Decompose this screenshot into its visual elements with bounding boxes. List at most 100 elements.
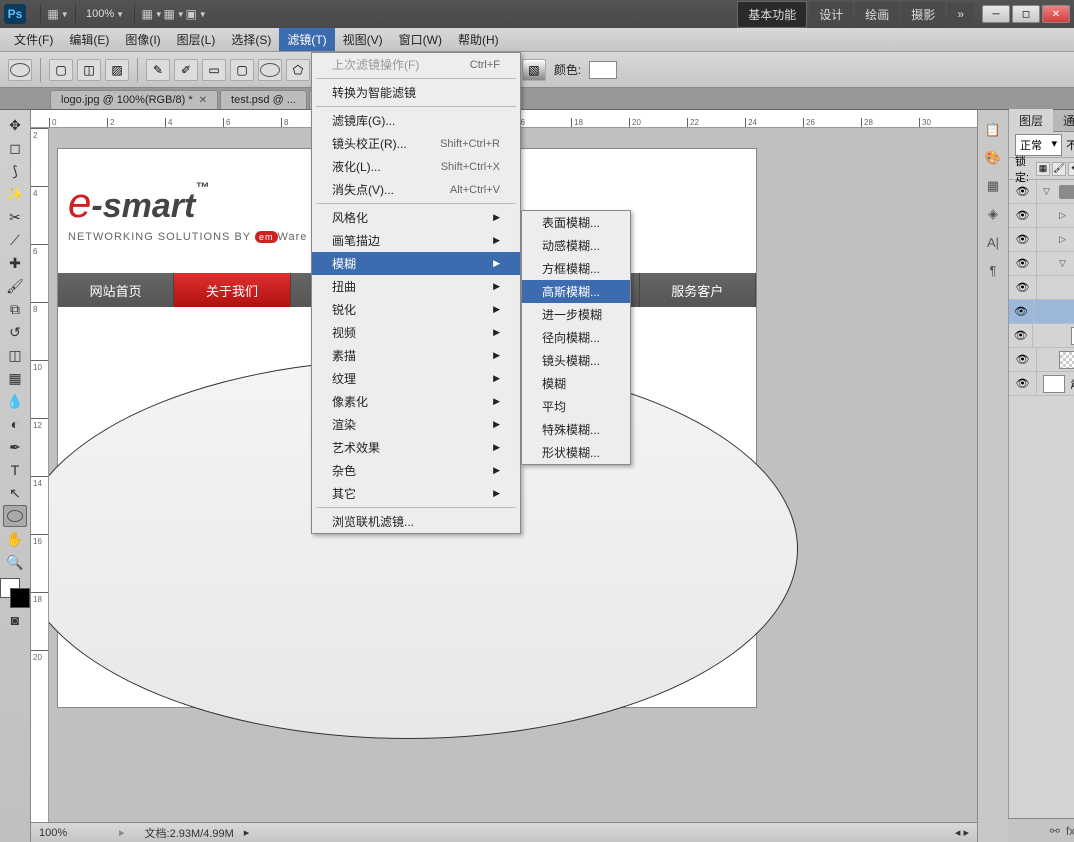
filter-menu-item[interactable]: 液化(L)...Shift+Ctrl+X — [312, 155, 520, 178]
layer-row[interactable]: 👁背景🔒 — [1009, 372, 1074, 396]
freeform-pen-icon[interactable]: ✐ — [174, 59, 198, 81]
filter-menu-item[interactable]: 镜头校正(R)...Shift+Ctrl+R — [312, 132, 520, 155]
brush-tool-icon[interactable]: 🖌 — [3, 275, 27, 297]
visibility-icon[interactable]: 👁 — [1009, 372, 1037, 395]
crop-tool-icon[interactable]: ✂ — [3, 206, 27, 228]
visibility-icon[interactable]: 👁 — [1009, 228, 1037, 251]
layer-row[interactable]: 👁⚯◗形状 3fx ▾ — [1009, 324, 1074, 348]
blur-menu-item[interactable]: 进一步模糊 — [522, 303, 630, 326]
layer-row[interactable]: 👁▽⚯mask — [1009, 276, 1074, 300]
blur-menu-item[interactable]: 模糊 — [522, 372, 630, 395]
visibility-icon[interactable]: 👁 — [1009, 348, 1037, 371]
menu-item[interactable]: 选择(S) — [223, 28, 279, 51]
polygon-icon[interactable]: ⬠ — [286, 59, 310, 81]
document-tab[interactable]: logo.jpg @ 100%(RGB/8) *✕ — [50, 90, 218, 109]
document-tab[interactable]: test.psd @ ... — [220, 90, 307, 109]
layer-row[interactable]: 👁logo — [1009, 348, 1074, 372]
lasso-tool-icon[interactable]: ⟆ — [3, 160, 27, 182]
pen-tool-icon[interactable]: ✒ — [3, 436, 27, 458]
minimize-button[interactable]: ─ — [982, 5, 1010, 23]
blur-menu-item[interactable]: 动感模糊... — [522, 234, 630, 257]
filter-menu-item[interactable]: 风格化▶ — [312, 206, 520, 229]
fill-pixels-icon[interactable]: ▨ — [105, 59, 129, 81]
lock-pos-icon[interactable]: ✥ — [1068, 162, 1074, 176]
styles-icon[interactable]: ◈ — [983, 204, 1003, 224]
menu-item[interactable]: 视图(V) — [335, 28, 391, 51]
rounded-rect-icon[interactable]: ▢ — [230, 59, 254, 81]
menu-item[interactable]: 图像(I) — [117, 28, 168, 51]
para-icon[interactable]: ¶ — [983, 260, 1003, 280]
filter-menu-item[interactable]: 像素化▶ — [312, 390, 520, 413]
tool-preset[interactable] — [8, 59, 32, 81]
blur-menu-item[interactable]: 特殊模糊... — [522, 418, 630, 441]
view-extras-icon[interactable]: ▦▼ — [143, 5, 161, 23]
zoom-tool-icon[interactable]: 🔍 — [3, 551, 27, 573]
menu-item[interactable]: 窗口(W) — [391, 28, 450, 51]
filter-menu-item[interactable]: 浏览联机滤镜... — [312, 510, 520, 533]
eyedropper-tool-icon[interactable]: ⟋ — [3, 229, 27, 251]
blur-menu-item[interactable]: 表面模糊... — [522, 211, 630, 234]
color-swatch[interactable] — [589, 61, 617, 79]
blur-menu-item[interactable]: 平均 — [522, 395, 630, 418]
blur-menu-item[interactable]: 形状模糊... — [522, 441, 630, 464]
color-icon[interactable]: 🎨 — [983, 148, 1003, 168]
style-preset-icon[interactable]: ▧ — [522, 59, 546, 81]
shape-tool-icon[interactable] — [3, 505, 27, 527]
history-icon[interactable]: 📋 — [983, 120, 1003, 140]
path-select-icon[interactable]: ↖ — [3, 482, 27, 504]
ellipse-tool-icon[interactable] — [258, 59, 282, 81]
filter-menu-item[interactable]: 滤镜库(G)... — [312, 109, 520, 132]
hand-tool-icon[interactable]: ✋ — [3, 528, 27, 550]
history-brush-icon[interactable]: ↺ — [3, 321, 27, 343]
arrange-icon[interactable]: ▦▼ — [165, 5, 183, 23]
fx-icon[interactable]: fx. — [1066, 824, 1074, 838]
workspace-tab[interactable]: 摄影 — [901, 2, 945, 27]
gradient-tool-icon[interactable]: ▦ — [3, 367, 27, 389]
panel-tab[interactable]: 通道 — [1053, 109, 1074, 132]
quickmask-icon[interactable]: ◙ — [3, 609, 27, 631]
close-tab-icon[interactable]: ✕ — [199, 95, 207, 106]
close-button[interactable]: ✕ — [1042, 5, 1070, 23]
layer-row[interactable]: 👁▷menus — [1009, 228, 1074, 252]
visibility-icon[interactable]: 👁 — [1009, 204, 1037, 227]
menu-item[interactable]: 编辑(E) — [61, 28, 117, 51]
zoom-level[interactable]: 100%▼ — [82, 8, 128, 20]
layer-row[interactable]: 👁▽banner — [1009, 252, 1074, 276]
filter-menu-item[interactable]: 锐化▶ — [312, 298, 520, 321]
layer-row[interactable]: 👁▷right — [1009, 204, 1074, 228]
eraser-tool-icon[interactable]: ◫ — [3, 344, 27, 366]
bridge-icon[interactable]: ▦▼ — [49, 5, 67, 23]
marquee-tool-icon[interactable]: ◻ — [3, 137, 27, 159]
panel-tab[interactable]: 图层 — [1009, 109, 1053, 132]
color-swatches[interactable] — [0, 578, 30, 608]
maximize-button[interactable]: ◻ — [1012, 5, 1040, 23]
layer-row[interactable]: 👁⚯◗形状 4 — [1009, 300, 1074, 324]
visibility-icon[interactable]: 👁 — [1009, 252, 1037, 275]
workspace-tab[interactable]: 基本功能 — [737, 1, 807, 28]
workspace-tab[interactable]: 设计 — [809, 2, 853, 27]
filter-menu-item[interactable]: 转换为智能滤镜 — [312, 81, 520, 104]
dodge-tool-icon[interactable]: ◐ — [3, 413, 27, 435]
background-swatch[interactable] — [10, 588, 30, 608]
filter-menu-item[interactable]: 视频▶ — [312, 321, 520, 344]
blur-menu-item[interactable]: 径向模糊... — [522, 326, 630, 349]
filter-menu-item[interactable]: 杂色▶ — [312, 459, 520, 482]
filter-menu-item[interactable]: 扭曲▶ — [312, 275, 520, 298]
link-layers-icon[interactable]: ⚯ — [1050, 824, 1060, 838]
menu-item[interactable]: 图层(L) — [169, 28, 224, 51]
rect-icon[interactable]: ▭ — [202, 59, 226, 81]
menu-item[interactable]: 文件(F) — [6, 28, 61, 51]
move-tool-icon[interactable]: ✥ — [3, 114, 27, 136]
workspace-more[interactable]: » — [947, 3, 974, 25]
visibility-icon[interactable]: 👁 — [1009, 324, 1033, 347]
status-zoom[interactable]: 100% — [39, 827, 99, 839]
char-icon[interactable]: A| — [983, 232, 1003, 252]
filter-menu-item[interactable]: 模糊▶ — [312, 252, 520, 275]
filter-menu-item[interactable]: 其它▶ — [312, 482, 520, 505]
blur-tool-icon[interactable]: 💧 — [3, 390, 27, 412]
stamp-tool-icon[interactable]: ⧉ — [3, 298, 27, 320]
blur-menu-item[interactable]: 高斯模糊... — [522, 280, 630, 303]
blur-menu-item[interactable]: 镜头模糊... — [522, 349, 630, 372]
paths-icon[interactable]: ◫ — [77, 59, 101, 81]
blur-menu-item[interactable]: 方框模糊... — [522, 257, 630, 280]
